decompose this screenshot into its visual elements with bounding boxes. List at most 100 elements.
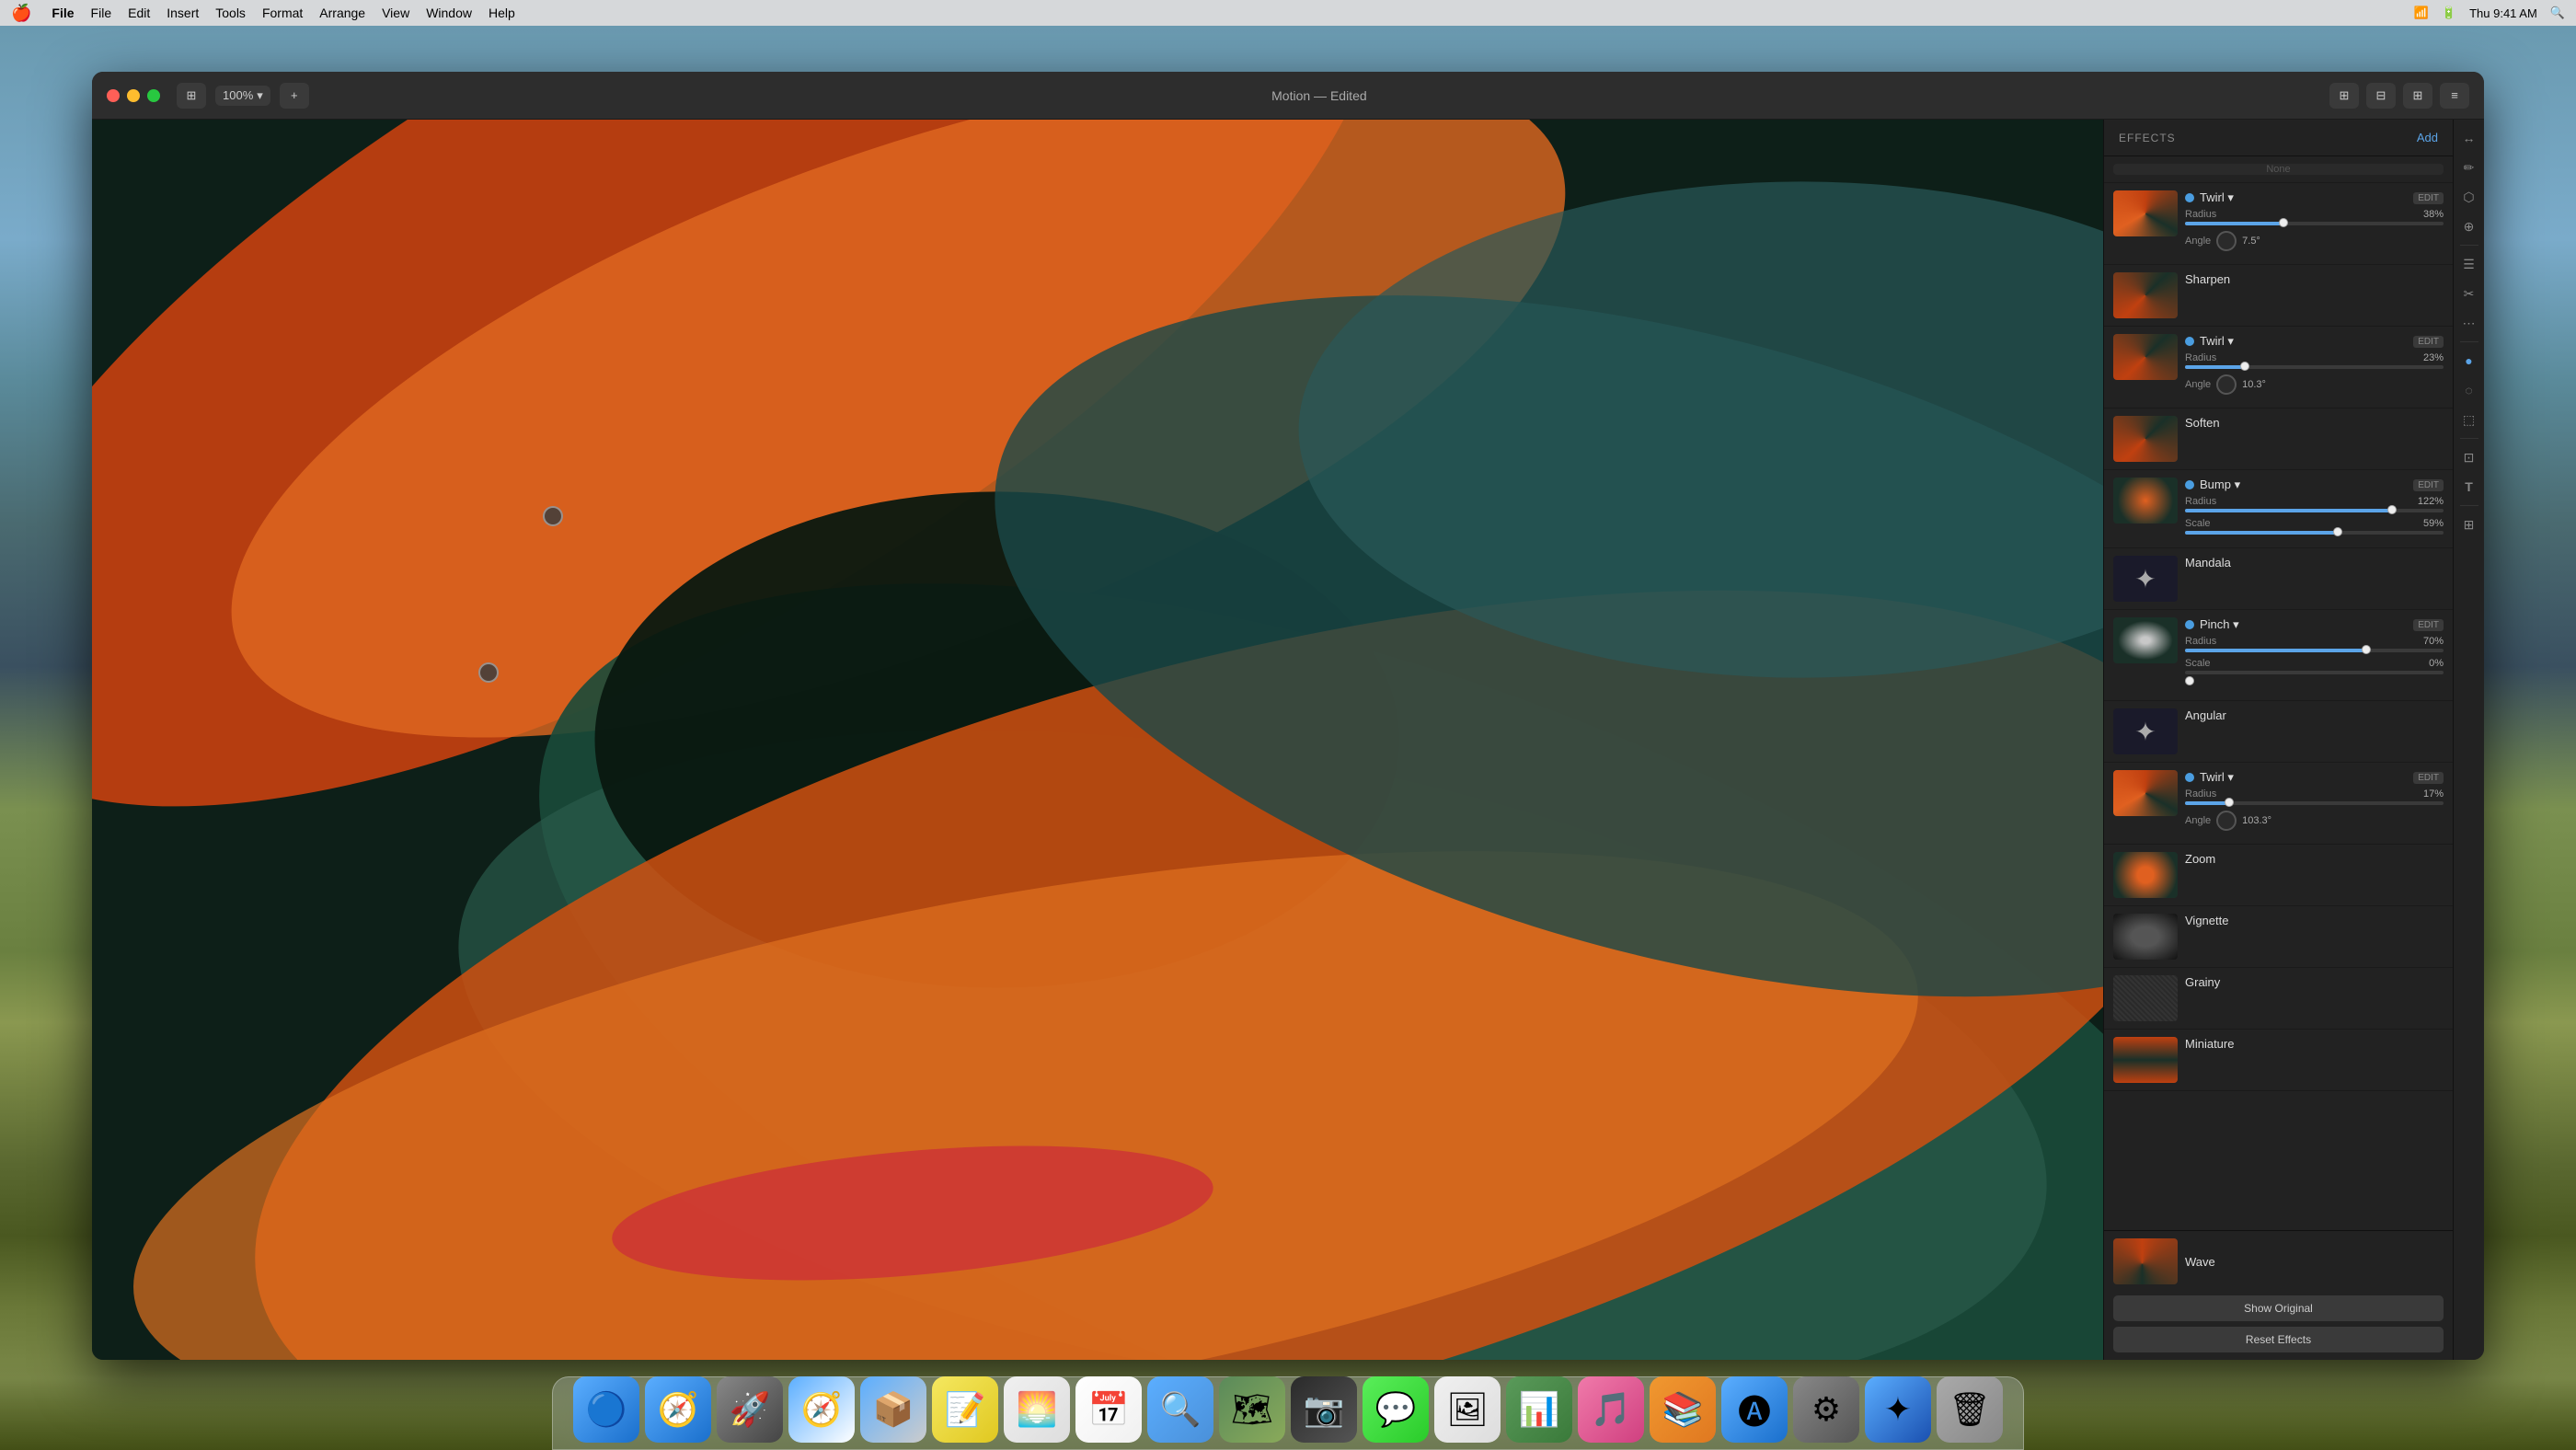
effect-edit-twirl2[interactable]: EDIT	[2413, 336, 2444, 348]
effect-enabled-twirl1[interactable]	[2185, 193, 2194, 202]
effect-item-pinch[interactable]: Pinch ▾ EDIT Radius 70%	[2104, 610, 2453, 701]
effect-label-scale-bump: Scale	[2185, 518, 2211, 529]
close-button[interactable]	[107, 89, 120, 102]
tool-pencil-icon[interactable]: ✏	[2456, 155, 2482, 180]
effect-item-zoom[interactable]: Zoom	[2104, 845, 2453, 906]
effect-enabled-twirl2[interactable]	[2185, 337, 2194, 346]
dock-launchpad[interactable]: 🚀	[717, 1376, 783, 1443]
tool-shape-icon[interactable]: ⬡	[2456, 184, 2482, 210]
effect-item-mandala[interactable]: Mandala	[2104, 548, 2453, 610]
tool-grid-icon[interactable]: ⊞	[2456, 512, 2482, 537]
dock-stickies[interactable]: 📝	[932, 1376, 998, 1443]
effect-item-twirl3[interactable]: Twirl ▾ EDIT Radius 17%	[2104, 763, 2453, 845]
menu-arrange[interactable]: Arrange	[319, 6, 365, 20]
menu-search-icon[interactable]: 🔍	[2550, 6, 2565, 20]
dock-facetime[interactable]: 📷	[1291, 1376, 1357, 1443]
effect-slider-radius-pinch[interactable]	[2185, 649, 2444, 652]
dock-messages[interactable]: 💬	[1363, 1376, 1429, 1443]
tool-cursor-icon[interactable]: ↔	[2456, 125, 2482, 151]
panel-toggle-button[interactable]: ≡	[2440, 83, 2469, 109]
dock-prefs[interactable]: ⚙	[1793, 1376, 1859, 1443]
effect-item-vignette[interactable]: Vignette	[2104, 906, 2453, 968]
arrange-button[interactable]: ⊞	[2403, 83, 2432, 109]
effect-edit-twirl3[interactable]: EDIT	[2413, 772, 2444, 784]
dock-quicklook[interactable]: 🔍	[1147, 1376, 1213, 1443]
tool-layers-icon[interactable]: ☰	[2456, 251, 2482, 277]
menu-view[interactable]: View	[382, 6, 409, 20]
effect-item-miniature[interactable]: Miniature	[2104, 1030, 2453, 1091]
dock-ibooks[interactable]: 📚	[1650, 1376, 1716, 1443]
effect-slider-radius2[interactable]	[2185, 365, 2444, 369]
effect-slider-radius3[interactable]	[2185, 801, 2444, 805]
effect-item-sharpen[interactable]: Sharpen	[2104, 265, 2453, 327]
tool-add-icon[interactable]: ⊕	[2456, 213, 2482, 239]
dock-numbers[interactable]: 📊	[1506, 1376, 1572, 1443]
tool-select-icon[interactable]: ⬚	[2456, 407, 2482, 432]
dock-trash[interactable]: 🗑	[1937, 1376, 2003, 1443]
menu-insert[interactable]: Insert	[167, 6, 199, 20]
control-point-1[interactable]	[543, 506, 563, 526]
effect-slider-scale-pinch[interactable]	[2185, 671, 2444, 674]
effect-slider-scale-bump[interactable]	[2185, 531, 2444, 535]
dock-itunes[interactable]: 🎵	[1578, 1376, 1644, 1443]
tool-eraser-icon[interactable]: ◌	[2456, 377, 2482, 403]
share-button[interactable]: ⊞	[2329, 83, 2359, 109]
tool-more-icon[interactable]: ⋯	[2456, 310, 2482, 336]
zoom-display[interactable]: 100% ▾	[215, 86, 270, 106]
effect-item-soften[interactable]: Soften	[2104, 409, 2453, 470]
reset-effects-button[interactable]: Reset Effects	[2113, 1327, 2444, 1352]
effect-edit-bump[interactable]: EDIT	[2413, 479, 2444, 491]
menu-edit[interactable]: Edit	[128, 6, 150, 20]
menu-file[interactable]: File	[91, 6, 112, 20]
menu-tools[interactable]: Tools	[215, 6, 246, 20]
app-name[interactable]: File	[52, 6, 74, 20]
dock-photos2[interactable]: 🖼	[1434, 1376, 1501, 1443]
effect-enabled-pinch[interactable]	[2185, 620, 2194, 629]
add-effect-button[interactable]: Add	[2417, 131, 2438, 144]
show-original-button[interactable]: Show Original	[2113, 1295, 2444, 1321]
dock-safari[interactable]: 🧭	[645, 1376, 711, 1443]
effect-slider-radius1[interactable]	[2185, 222, 2444, 225]
export-button[interactable]: ⊟	[2366, 83, 2396, 109]
view-toggle-button[interactable]: ⊞	[177, 83, 206, 109]
fullscreen-button[interactable]	[147, 89, 160, 102]
effect-angle-dial3[interactable]	[2216, 811, 2237, 831]
tool-color-icon[interactable]: ●	[2456, 348, 2482, 374]
dock-photos[interactable]: 🌅	[1004, 1376, 1070, 1443]
dock-finder[interactable]: 🔵	[573, 1376, 639, 1443]
effect-item-twirl2[interactable]: Twirl ▾ EDIT Radius 23%	[2104, 327, 2453, 409]
minimize-button[interactable]	[127, 89, 140, 102]
apple-menu[interactable]: 🍎	[11, 4, 31, 23]
menu-window[interactable]: Window	[426, 6, 472, 20]
effect-edit-twirl1[interactable]: EDIT	[2413, 192, 2444, 204]
effect-angle-dial2[interactable]	[2216, 374, 2237, 395]
effect-controls-miniature: Miniature	[2185, 1037, 2444, 1054]
dock-pixelmator[interactable]: ✦	[1865, 1376, 1931, 1443]
menu-format[interactable]: Format	[262, 6, 303, 20]
effect-enabled-bump[interactable]	[2185, 480, 2194, 489]
dock-calendar[interactable]: 📅	[1075, 1376, 1142, 1443]
control-point-2[interactable]	[478, 662, 499, 683]
effect-item-twirl1[interactable]: None	[2104, 156, 2453, 183]
add-layer-button[interactable]: +	[280, 83, 309, 109]
effect-slider-radius-bump[interactable]	[2185, 509, 2444, 512]
tool-text-icon[interactable]: T	[2456, 474, 2482, 500]
effect-item-twirl1-main[interactable]: Twirl ▾ EDIT Radius 38%	[2104, 183, 2453, 265]
effect-name-miniature: Miniature	[2185, 1037, 2444, 1051]
dock-safari2[interactable]: 🧭	[788, 1376, 855, 1443]
tool-stamp-icon[interactable]: ⊡	[2456, 444, 2482, 470]
effect-angle-dial1[interactable]	[2216, 231, 2237, 251]
effect-item-angular[interactable]: Angular	[2104, 701, 2453, 763]
effect-item-grainy[interactable]: Grainy	[2104, 968, 2453, 1030]
effect-item-bump[interactable]: Bump ▾ EDIT Radius 122%	[2104, 470, 2453, 548]
tool-crop-icon[interactable]: ✂	[2456, 281, 2482, 306]
effect-name-vignette: Vignette	[2185, 914, 2444, 927]
dock-appstore[interactable]: 🅐	[1721, 1376, 1788, 1443]
effect-enabled-twirl3[interactable]	[2185, 773, 2194, 782]
effect-edit-pinch[interactable]: EDIT	[2413, 619, 2444, 631]
dock-migrate[interactable]: 📦	[860, 1376, 926, 1443]
menu-help[interactable]: Help	[489, 6, 515, 20]
canvas-area[interactable]	[92, 120, 2103, 1360]
dock-maps[interactable]: 🗺	[1219, 1376, 1285, 1443]
effects-list[interactable]: None Twirl ▾ EDIT	[2104, 156, 2453, 1230]
